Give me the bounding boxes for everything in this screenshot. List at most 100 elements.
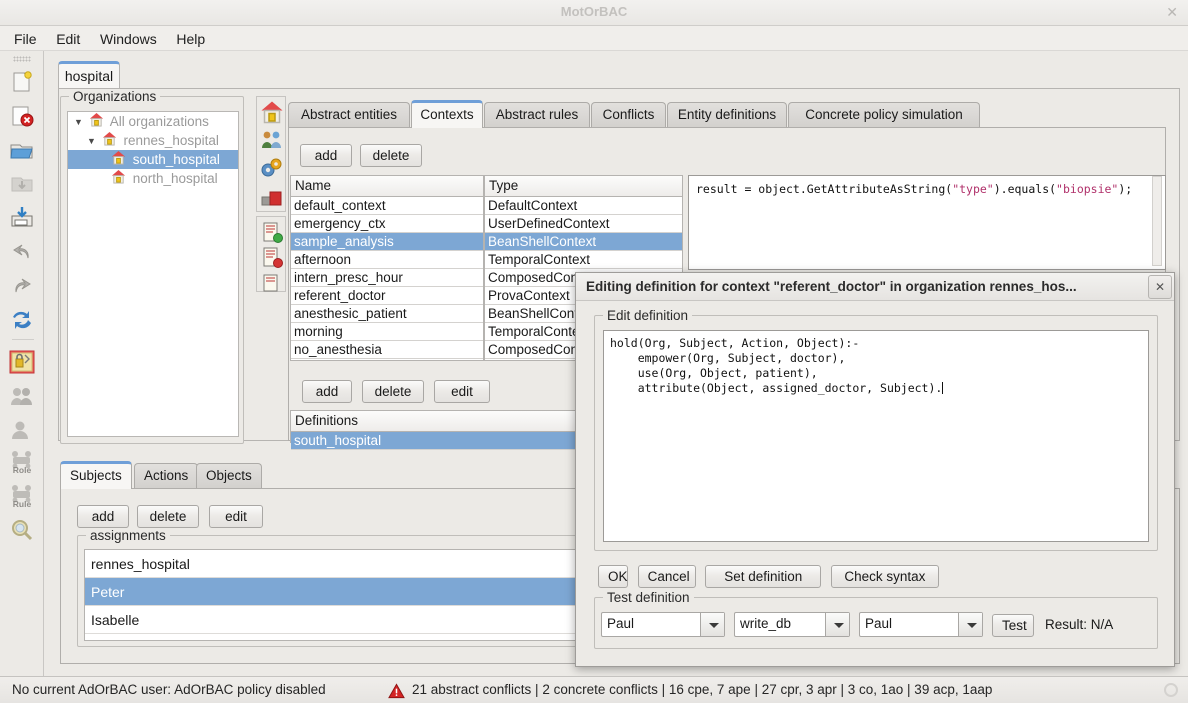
definition-delete-button[interactable]: delete (362, 380, 424, 403)
definitions-header[interactable]: Definitions (291, 411, 589, 432)
context-definition-preview[interactable]: result = object.GetAttributeAsString("ty… (688, 175, 1166, 270)
definition-add-button[interactable]: add (302, 380, 352, 403)
check-syntax-button[interactable]: Check syntax (830, 565, 939, 588)
menu-file[interactable]: File (6, 28, 45, 50)
open-policy-icon[interactable] (9, 137, 35, 163)
table-row[interactable]: anesthesic_patient (291, 305, 483, 323)
entity-toolbar (256, 96, 286, 212)
code-string-type: "type" (952, 182, 994, 196)
table-row[interactable]: morning (291, 323, 483, 341)
save-policy-icon[interactable] (9, 171, 35, 197)
rule-icon[interactable]: Rule (9, 483, 35, 509)
column-header-type[interactable]: Type (485, 176, 682, 197)
chevron-down-icon[interactable]: ▼ (85, 132, 98, 151)
user-icon[interactable] (9, 417, 35, 443)
obligation-rule-icon[interactable] (260, 270, 284, 294)
context-delete-button[interactable]: delete (360, 144, 422, 167)
subject-delete-button[interactable]: delete (137, 505, 199, 528)
subjects-icon[interactable] (260, 128, 284, 152)
definition-code-editor[interactable]: hold(Org, Subject, Action, Object):- emp… (603, 330, 1149, 542)
tree-item-all-organizations[interactable]: ▼ All organizations (68, 112, 238, 131)
text-caret (942, 382, 944, 394)
menu-help[interactable]: Help (168, 28, 213, 50)
tree-item-south-hospital[interactable]: south_hospital (68, 150, 238, 169)
table-row[interactable]: default_context (291, 197, 483, 215)
role-icon[interactable]: Role (9, 449, 35, 475)
cancel-button[interactable]: Cancel (637, 565, 696, 588)
context-add-button[interactable]: add (300, 144, 352, 167)
set-definition-button[interactable]: Set definition (705, 565, 822, 588)
test-definition-group: Test definition Paul write_db Paul Test … (594, 590, 1158, 649)
tree-item-label: rennes_hospital (123, 133, 219, 148)
security-rules-icon[interactable] (9, 349, 35, 375)
table-row[interactable]: emergency_ctx (291, 215, 483, 233)
table-cell-type[interactable]: UserDefinedContext (485, 215, 682, 233)
chevron-down-icon[interactable]: ▼ (72, 113, 85, 132)
tab-actions[interactable]: Actions (134, 463, 199, 489)
tab-entity-definitions[interactable]: Entity definitions (667, 102, 787, 128)
organizations-tree[interactable]: ▼ All organizations ▼ rennes_hospital so… (67, 111, 239, 437)
definition-edit-button[interactable]: edit (434, 380, 490, 403)
window-close-icon[interactable]: ✕ (1166, 4, 1178, 21)
code-middle: ).equals( (993, 182, 1057, 196)
tab-conflicts[interactable]: Conflicts (591, 102, 666, 128)
test-object-select[interactable]: Paul (859, 612, 983, 637)
contexts-name-column[interactable]: Name default_context emergency_ctx sampl… (290, 175, 484, 361)
table-row[interactable]: afternoon (291, 251, 483, 269)
preview-scrollbar[interactable] (1152, 176, 1162, 266)
edit-definition-label: Edit definition (603, 308, 693, 323)
dialog-close-icon[interactable]: ✕ (1148, 275, 1172, 299)
menu-windows[interactable]: Windows (92, 28, 165, 50)
toolbar-grip[interactable] (13, 56, 31, 62)
organization-icon[interactable] (260, 100, 284, 124)
tab-concrete-policy-simulation[interactable]: Concrete policy simulation (788, 102, 980, 128)
undo-icon[interactable] (9, 239, 35, 265)
chevron-down-icon[interactable] (825, 613, 849, 636)
tree-item-rennes-hospital[interactable]: ▼ rennes_hospital (68, 131, 238, 150)
table-row[interactable]: sample_analysis (291, 233, 483, 251)
chevron-down-icon[interactable] (958, 613, 982, 636)
chevron-down-icon[interactable] (700, 613, 724, 636)
tab-contexts[interactable]: Contexts (411, 100, 483, 128)
definitions-list[interactable]: Definitions south_hospital (290, 410, 590, 450)
table-cell-type[interactable]: TemporalContext (485, 251, 682, 269)
tree-item-north-hospital[interactable]: north_hospital (68, 169, 238, 188)
actions-icon[interactable] (260, 156, 284, 180)
column-header-name[interactable]: Name (291, 176, 483, 197)
tab-abstract-entities[interactable]: Abstract entities (288, 102, 410, 128)
tab-subjects[interactable]: Subjects (60, 461, 132, 489)
save-as-policy-icon[interactable] (9, 205, 35, 231)
policy-tab-hospital[interactable]: hospital (58, 61, 120, 89)
objects-icon[interactable] (260, 184, 284, 208)
ok-button[interactable]: OK (598, 565, 628, 588)
close-policy-icon[interactable] (9, 103, 35, 129)
tab-objects[interactable]: Objects (196, 463, 262, 489)
table-row[interactable]: no_anesthesia (291, 341, 483, 359)
tree-item-label: south_hospital (132, 152, 220, 167)
status-indicator (1164, 683, 1178, 697)
tab-abstract-rules[interactable]: Abstract rules (484, 102, 590, 128)
menu-edit[interactable]: Edit (48, 28, 88, 50)
table-row[interactable]: intern_presc_hour (291, 269, 483, 287)
subject-add-button[interactable]: add (77, 505, 129, 528)
permission-rule-icon[interactable] (260, 220, 284, 244)
refresh-icon[interactable] (9, 307, 35, 333)
table-cell-type[interactable]: BeanShellContext (485, 233, 682, 251)
prohibition-rule-icon[interactable] (260, 245, 284, 269)
definitions-row[interactable]: south_hospital (291, 432, 589, 450)
house-icon (111, 169, 126, 189)
test-button[interactable]: Test (992, 614, 1034, 637)
test-action-select[interactable]: write_db (734, 612, 850, 637)
new-policy-icon[interactable] (9, 69, 35, 95)
search-policy-icon[interactable] (9, 517, 35, 543)
tree-item-label: north_hospital (132, 171, 218, 186)
house-icon (89, 112, 104, 132)
subject-edit-button[interactable]: edit (209, 505, 263, 528)
test-subject-select[interactable]: Paul (601, 612, 725, 637)
svg-text:Role: Role (13, 465, 32, 475)
table-cell-type[interactable]: DefaultContext (485, 197, 682, 215)
users-group-icon[interactable] (9, 383, 35, 409)
table-row[interactable]: referent_doctor (291, 287, 483, 305)
redo-icon[interactable] (9, 273, 35, 299)
code-suffix: ); (1118, 182, 1133, 196)
